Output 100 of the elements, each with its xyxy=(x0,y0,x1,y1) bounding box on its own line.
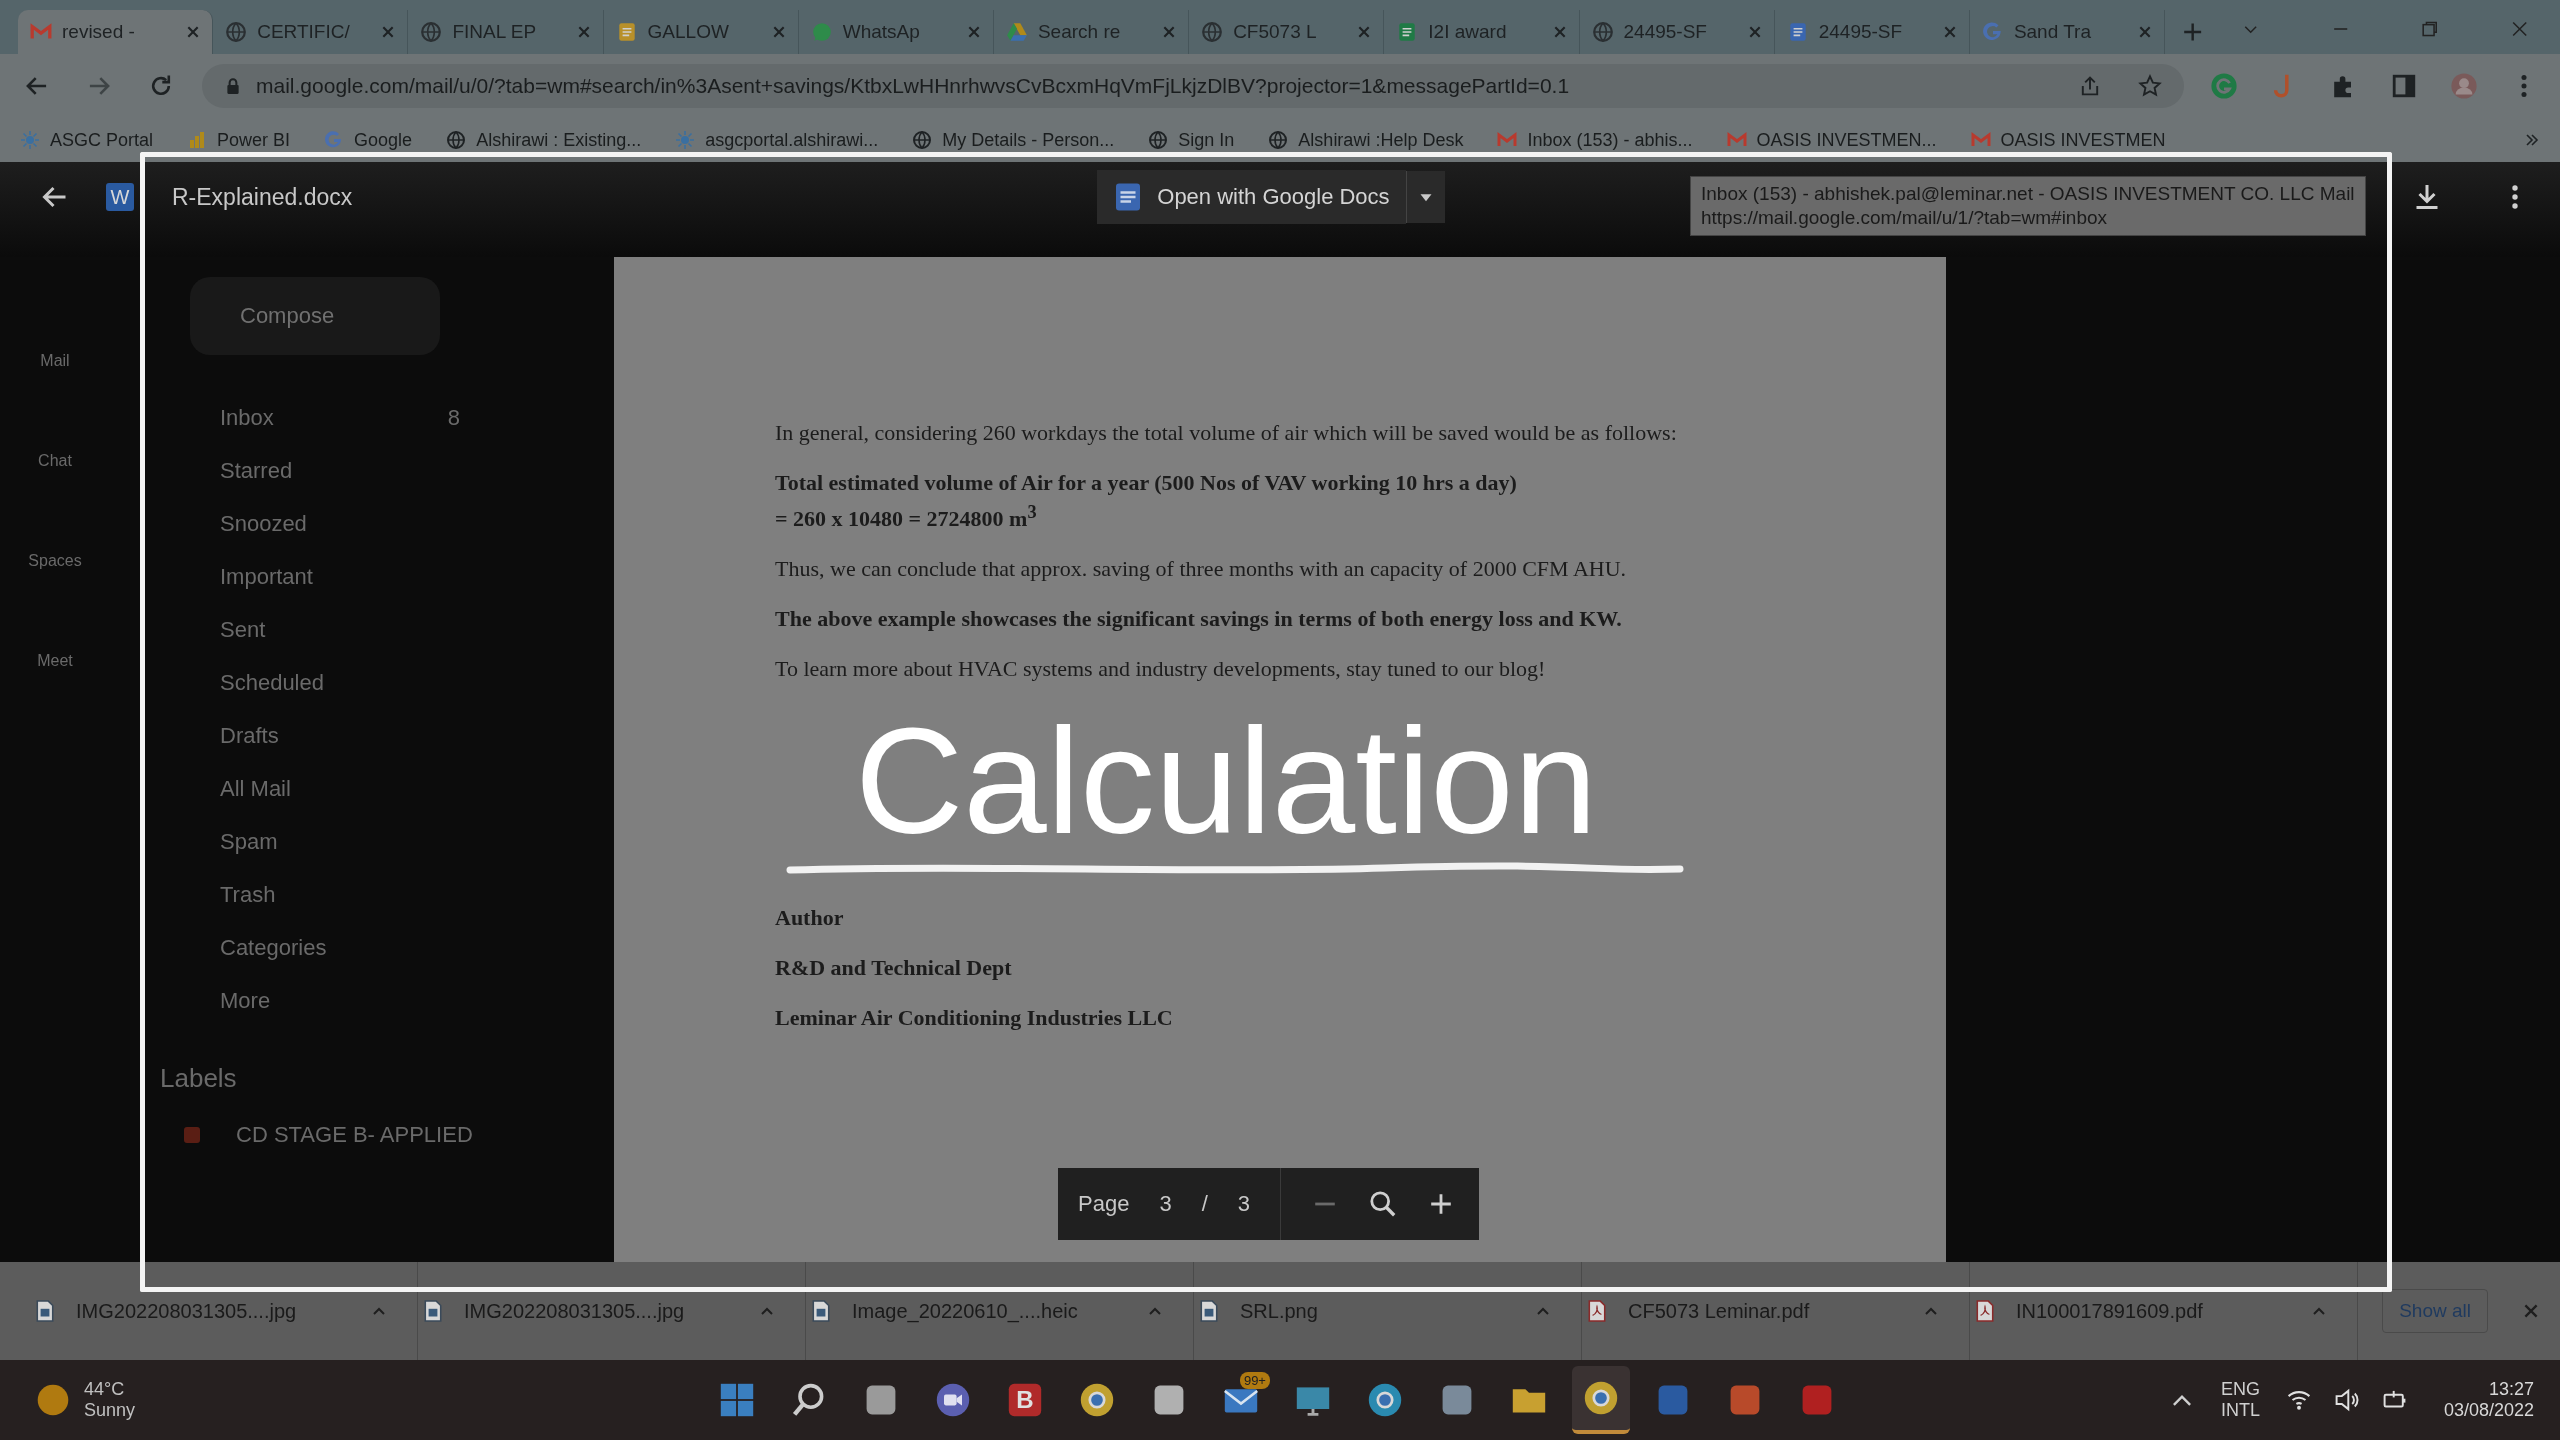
folder-label[interactable]: Trash xyxy=(220,881,276,908)
bookmark[interactable]: Power BI xyxy=(187,129,291,151)
download-filename[interactable]: SRL.png xyxy=(1240,1299,1513,1323)
taskbar-app[interactable]: 99+ xyxy=(1211,1366,1270,1434)
bookmark[interactable]: Alshirawi : Existing... xyxy=(446,129,642,151)
star-icon[interactable] xyxy=(2138,74,2162,98)
bookmark[interactable]: Sign In xyxy=(1148,129,1235,151)
compose-button[interactable]: Compose xyxy=(190,277,440,355)
close-icon[interactable] xyxy=(771,25,786,39)
language-indicator[interactable]: ENG INTL xyxy=(2216,1375,2264,1425)
folder-label[interactable]: Categories xyxy=(220,934,327,961)
globe-icon xyxy=(1148,130,1169,150)
triangle-logo-icon xyxy=(1005,21,1028,43)
download-filename[interactable]: IN100017891609.pdf xyxy=(2016,1299,2289,1323)
close-icon[interactable] xyxy=(2522,1302,2540,1320)
bookmark[interactable]: Google xyxy=(324,129,413,151)
open-with-button[interactable]: Open with Google Docs xyxy=(1097,170,1406,224)
pdf-file-icon xyxy=(1588,1300,1606,1322)
double-chevron-icon[interactable] xyxy=(2524,132,2540,148)
address-field[interactable]: mail.google.com/mail/u/0/?tab=wm#search/in%3Asent+savings/KtbxLwHHnrhwvsCvBcxmHqVmFjLkjzDlBV?projector=1&messagePartId=0.1 xyxy=(202,64,2184,108)
bookmark[interactable]: ASGC Portal xyxy=(20,129,154,151)
close-icon[interactable] xyxy=(576,25,591,39)
bookmark[interactable]: OASIS INVESTMEN xyxy=(1970,129,2166,151)
bookmark[interactable]: Alshirawi :Help Desk xyxy=(1268,129,1464,151)
image-file-icon xyxy=(1200,1300,1218,1322)
folder-label[interactable]: Important xyxy=(220,563,313,590)
taskbar-app[interactable]: B xyxy=(995,1366,1054,1434)
globe-icon xyxy=(1268,130,1289,150)
bookmark[interactable]: Inbox (153) - abhis... xyxy=(1497,129,1693,151)
download-filename[interactable]: Image_20220610_....heic xyxy=(852,1299,1125,1323)
notification-badge: 99+ xyxy=(1239,1372,1270,1389)
close-icon[interactable] xyxy=(1942,25,1957,39)
browser-tab[interactable]: revised - xyxy=(18,10,214,54)
globe-icon xyxy=(225,21,248,43)
image-file-icon xyxy=(424,1300,442,1322)
bookmark[interactable]: OASIS INVESTMEN... xyxy=(1726,129,1937,151)
folder-label[interactable]: Starred xyxy=(220,457,293,484)
document-paragraph: Leminar Air Conditioning Industries LLC xyxy=(775,1003,1174,1032)
app-tile-icon xyxy=(1006,1382,1043,1418)
rail-label[interactable]: Spaces xyxy=(28,552,82,570)
label-item[interactable]: CD STAGE B- APPLIED xyxy=(236,1121,473,1148)
restore-icon[interactable] xyxy=(2421,20,2439,38)
close-icon[interactable] xyxy=(966,25,981,39)
avatar-icon[interactable] xyxy=(2450,72,2478,100)
app-letter: B xyxy=(1016,1386,1034,1414)
taskbar-app[interactable] xyxy=(1571,1366,1630,1434)
caret-icon[interactable] xyxy=(1405,171,1445,223)
round-browser-icon xyxy=(1366,1382,1403,1418)
document-paragraph: In general, considering 260 workdays the total volume of air which will be saved would be as follows: xyxy=(775,419,1678,447)
page-number: 3 xyxy=(1159,1191,1172,1217)
close-icon[interactable] xyxy=(381,25,396,39)
unread-count: 8 xyxy=(447,404,461,431)
bookmark[interactable]: My Details - Person... xyxy=(912,129,1115,151)
folder-label[interactable]: Spam xyxy=(220,828,278,855)
tooltip-line: Inbox (153) - abhishek.pal@leminar.net - OASIS INVESTMENT CO. LLC Mail xyxy=(1701,183,2355,205)
folder-label[interactable]: More xyxy=(220,987,271,1014)
zoom-icon[interactable] xyxy=(1369,1190,1397,1218)
side-panel-icon[interactable] xyxy=(2390,72,2418,100)
folder-label[interactable]: Inbox xyxy=(220,404,274,431)
download-filename[interactable]: IMG202208031305....jpg xyxy=(76,1299,349,1323)
globe-icon xyxy=(1591,21,1614,43)
chat-bubble-icon xyxy=(810,21,833,43)
close-icon[interactable] xyxy=(2510,20,2529,38)
sun-icon xyxy=(36,1383,70,1417)
folder-label[interactable]: Sent xyxy=(220,616,266,643)
globe-icon xyxy=(420,21,443,43)
rail-label[interactable]: Mail xyxy=(40,352,70,370)
round-browser-icon xyxy=(1078,1382,1115,1418)
speaker-icon[interactable] xyxy=(2333,1387,2360,1413)
close-icon[interactable] xyxy=(186,25,201,39)
g-logo-icon xyxy=(1981,21,2004,43)
folder-label[interactable]: Drafts xyxy=(220,722,279,749)
close-icon[interactable] xyxy=(1162,25,1177,39)
document-paragraph: R&D and Technical Dept xyxy=(775,954,1013,983)
temperature: 44°C xyxy=(84,1379,126,1400)
close-icon[interactable] xyxy=(1552,25,1567,39)
image-file-icon xyxy=(36,1300,54,1322)
pdf-file-icon xyxy=(1976,1300,1994,1322)
page-total: 3 xyxy=(1237,1191,1250,1217)
close-icon[interactable] xyxy=(1747,25,1762,39)
rail-label[interactable]: Chat xyxy=(38,452,72,470)
document-paragraph: Total estimated volume of Air for a year (500 Nos of VAV working 10 hrs a day) = 260 x 10480 = 2724800 m$^{3}$ xyxy=(775,468,1518,534)
rail-label[interactable]: Meet xyxy=(37,652,73,670)
sun-logo-icon xyxy=(675,130,696,150)
close-icon[interactable] xyxy=(2138,25,2153,39)
file-type-icon: W xyxy=(106,183,134,211)
tooltip-line: https://mail.google.com/mail/u/1/?tab=wm#inbox xyxy=(1701,207,2109,229)
globe-icon xyxy=(446,130,467,150)
bookmark[interactable]: asgcportal.alshirawi... xyxy=(675,129,879,151)
folder-label[interactable]: All Mail xyxy=(220,775,291,802)
close-icon[interactable] xyxy=(1357,25,1372,39)
folder-label[interactable]: Scheduled xyxy=(220,669,324,696)
download-filename[interactable]: IMG202208031305....jpg xyxy=(464,1299,737,1323)
folder-label[interactable]: Snoozed xyxy=(220,510,307,537)
download-filename[interactable]: CF5073 Leminar.pdf xyxy=(1628,1299,1901,1323)
document-paragraph: Thus, we can conclude that approx. saving of three months with an capacity of 2000 CFM AHU. xyxy=(775,555,1628,583)
document-paragraph: To learn more about HVAC systems and industry developments, stay tuned to our blog! xyxy=(775,654,1547,683)
document-paragraph: The above example showcases the significant savings in terms of both energy loss and KW. xyxy=(775,604,1623,633)
clock[interactable]: 13:27 03/08/2022 xyxy=(2443,1379,2534,1421)
globe-icon xyxy=(912,130,933,150)
